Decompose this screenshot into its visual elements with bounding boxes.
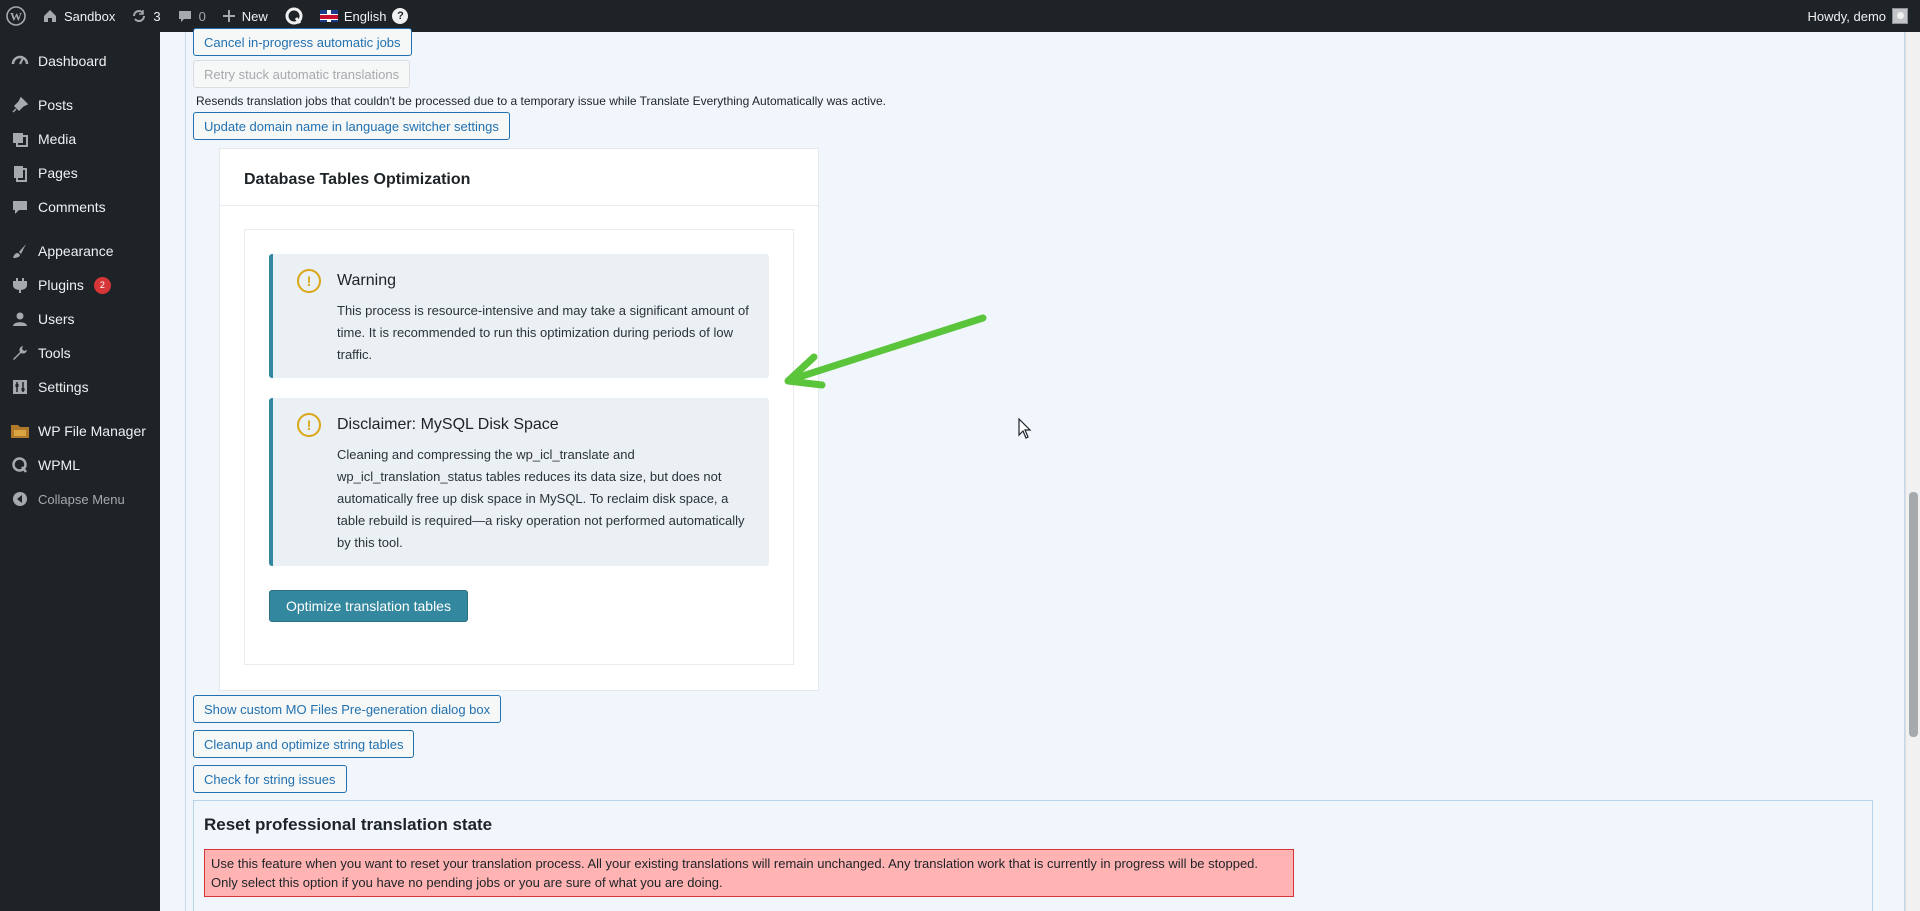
new-label: New [241, 8, 268, 24]
wpml-logo-icon [285, 7, 303, 25]
database-optimization-card: Database Tables Optimization ! Warning T… [219, 148, 819, 691]
uk-flag-icon [319, 10, 338, 22]
sidebar-item-label: Tools [38, 345, 71, 361]
wpml-icon [10, 455, 30, 475]
sidebar-item-label: Comments [38, 199, 106, 215]
comment-icon [10, 197, 30, 217]
brush-icon [10, 241, 30, 261]
optimize-translation-tables-button[interactable]: Optimize translation tables [269, 590, 468, 622]
check-string-issues-button[interactable]: Check for string issues [193, 765, 347, 793]
section-title: Reset professional translation state [204, 815, 493, 834]
warning-icon: ! [297, 413, 321, 437]
plus-icon [222, 10, 235, 22]
updates-count: 3 [153, 8, 161, 24]
troubleshooting-panel: Cancel in-progress automatic jobs Retry … [185, 28, 1905, 911]
cleanup-string-tables-button[interactable]: Cleanup and optimize string tables [193, 730, 415, 758]
greeting: Howdy, demo [1807, 8, 1886, 24]
sidebar-item-label: Dashboard [38, 53, 107, 69]
updates-link[interactable]: 3 [123, 0, 168, 32]
reset-warning-alert: Use this feature when you want to reset … [204, 849, 1294, 897]
comments-count: 0 [198, 8, 206, 24]
pin-icon [10, 95, 30, 115]
scrollbar-thumb[interactable] [1909, 492, 1918, 737]
sidebar-item-posts[interactable]: Posts [0, 88, 160, 122]
sidebar-item-wpml[interactable]: WPML [0, 448, 160, 482]
folder-icon [10, 421, 30, 441]
show-mo-files-dialog-button[interactable]: Show custom MO Files Pre-generation dial… [193, 695, 502, 723]
page-scrollbar[interactable] [1905, 32, 1920, 911]
user-account-menu[interactable]: Howdy, demo [1799, 0, 1920, 32]
sidebar-item-comments[interactable]: Comments [0, 190, 160, 224]
media-icon [10, 129, 30, 149]
sidebar-separator [0, 404, 160, 414]
collapse-icon [10, 489, 30, 509]
admin-sidebar: Dashboard Posts Media Pages Comments App… [0, 32, 160, 911]
sidebar-item-label: Plugins [38, 277, 84, 293]
update-domain-name-button[interactable]: Update domain name in language switcher … [193, 112, 510, 140]
sidebar-item-appearance[interactable]: Appearance [0, 234, 160, 268]
sidebar-item-label: Collapse Menu [38, 491, 125, 507]
card-body: ! Warning This process is resource-inten… [244, 229, 794, 665]
sidebar-item-label: Settings [38, 379, 89, 395]
sidebar-separator [0, 78, 160, 88]
settings-icon [10, 377, 30, 397]
dashboard-icon [10, 51, 30, 71]
card-divider [220, 205, 818, 206]
sidebar-item-pages[interactable]: Pages [0, 156, 160, 190]
pages-icon [10, 163, 30, 183]
svg-text:W: W [10, 10, 22, 24]
comment-icon [178, 11, 191, 22]
sidebar-item-settings[interactable]: Settings [0, 370, 160, 404]
plugins-update-badge: 2 [93, 276, 111, 294]
avatar [1892, 8, 1908, 24]
sidebar-item-label: Appearance [38, 243, 114, 259]
sidebar-item-label: WP File Manager [38, 423, 146, 439]
disclaimer-title: Disclaimer: MySQL Disk Space [337, 416, 559, 433]
main-content: Cancel in-progress automatic jobs Retry … [160, 28, 1905, 911]
sidebar-item-wp-file-manager[interactable]: WP File Manager [0, 414, 160, 448]
disclaimer-notice: ! Disclaimer: MySQL Disk Space Cleaning … [269, 398, 769, 566]
wrench-icon [10, 343, 30, 363]
site-name: Sandbox [64, 8, 116, 24]
plugin-icon [10, 275, 30, 295]
warning-text: This process is resource-intensive and m… [337, 303, 749, 362]
sidebar-item-label: Media [38, 131, 77, 147]
wordpress-logo-button[interactable]: W [0, 0, 34, 32]
disclaimer-text: Cleaning and compressing the wp_icl_tran… [337, 447, 745, 550]
warning-icon: ! [297, 269, 321, 293]
help-icon[interactable]: ? [392, 8, 409, 24]
warning-notice: ! Warning This process is resource-inten… [269, 254, 769, 378]
user-icon [10, 309, 30, 329]
home-icon [44, 10, 56, 22]
sidebar-item-label: Posts [38, 97, 74, 113]
retry-stuck-translations-button[interactable]: Retry stuck automatic translations [193, 60, 411, 88]
sidebar-item-users[interactable]: Users [0, 302, 160, 336]
reset-translation-state-section: Reset professional translation state Use… [193, 800, 1873, 911]
alert-line: Only select this option if you have no p… [211, 875, 723, 890]
wordpress-icon: W [6, 6, 26, 26]
site-name-link[interactable]: Sandbox [34, 0, 123, 32]
sidebar-item-label: Pages [38, 165, 78, 181]
retry-help-text: Resends translation jobs that couldn't b… [196, 94, 886, 108]
sidebar-item-label: WPML [38, 457, 80, 473]
sidebar-separator [0, 224, 160, 234]
sidebar-item-tools[interactable]: Tools [0, 336, 160, 370]
language-label: English [343, 8, 387, 24]
sidebar-item-dashboard[interactable]: Dashboard [0, 44, 160, 78]
warning-title: Warning [337, 272, 396, 289]
mouse-cursor-icon [1018, 418, 1032, 439]
update-icon [133, 10, 146, 22]
sidebar-item-label: Users [38, 311, 75, 327]
collapse-menu-button[interactable]: Collapse Menu [0, 482, 160, 516]
cancel-automatic-jobs-button[interactable]: Cancel in-progress automatic jobs [193, 28, 412, 56]
card-title: Database Tables Optimization [244, 171, 471, 188]
sidebar-item-media[interactable]: Media [0, 122, 160, 156]
alert-line: Use this feature when you want to reset … [211, 856, 1259, 871]
sidebar-item-plugins[interactable]: Plugins 2 [0, 268, 160, 302]
